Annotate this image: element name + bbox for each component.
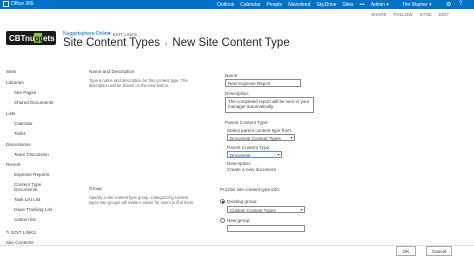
- suite-nav-calendar[interactable]: Calendar: [240, 2, 260, 8]
- nav-calendar[interactable]: Calendar: [14, 121, 33, 126]
- existing-group-value: Custom Content Types: [230, 207, 276, 213]
- existing-group-select[interactable]: Custom Content Types ▾: [227, 206, 305, 213]
- edit-action[interactable]: EDIT: [439, 12, 449, 17]
- nav-discussions[interactable]: Discussions: [6, 142, 31, 147]
- nav-shared-documents[interactable]: Shared Documents: [14, 100, 53, 105]
- nav-sites[interactable]: Sites: [6, 69, 16, 74]
- share-bar: SHARE FOLLOW SYNC EDIT: [0, 10, 474, 18]
- name-label: Name:: [225, 73, 239, 78]
- group-section-title: Group: [89, 186, 102, 191]
- follow-action[interactable]: FOLLOW: [394, 12, 413, 17]
- edit-links-label: EDIT LINKS: [112, 31, 138, 37]
- group-section-description: Specify a site content type group. Categ…: [89, 195, 195, 205]
- page-actions: SHARE FOLLOW SYNC EDIT: [371, 12, 449, 17]
- nav-edit-links-label: EDIT LINKS: [11, 230, 37, 235]
- office-logo-icon: [3, 1, 9, 7]
- cancel-button[interactable]: Cancel: [426, 246, 452, 256]
- suite-nav-people[interactable]: People: [267, 2, 283, 8]
- nav-edit-links[interactable]: ✎ EDIT LINKS: [6, 230, 36, 236]
- new-group-radio[interactable]: [220, 218, 225, 223]
- sync-action[interactable]: SYNC: [420, 12, 433, 17]
- parent-content-type-heading: Parent Content Type:: [225, 120, 269, 125]
- breadcrumb-current: New Site Content Type: [172, 37, 290, 49]
- svg-text:CBT: CBT: [9, 34, 26, 43]
- put-into-label: Put this site content type into:: [220, 187, 281, 192]
- suite-nav-admin[interactable]: Admin ▾: [371, 2, 389, 8]
- name-input[interactable]: New Expense Report: [225, 79, 301, 87]
- nav-libraries[interactable]: Libraries: [6, 80, 24, 85]
- new-group-label: New group:: [227, 218, 251, 223]
- parent-type-label: Parent Content Type:: [227, 145, 271, 150]
- site-logo[interactable]: CBT nu gg ets: [6, 31, 56, 45]
- breadcrumb-separator: ›: [164, 41, 168, 48]
- parent-description-label: Description:: [227, 161, 252, 166]
- chevron-down-icon: ▾: [290, 135, 293, 141]
- suite-nav-skydrive[interactable]: SkyDrive: [316, 2, 336, 8]
- help-icon[interactable]: ?: [459, 1, 462, 7]
- user-menu[interactable]: Tim Warner ▾: [402, 2, 432, 8]
- nav-content-type-documents[interactable]: Documents: [14, 187, 37, 192]
- chevron-down-icon: ▾: [300, 207, 303, 213]
- parent-group-select[interactable]: Document Content Types ▾: [227, 134, 295, 141]
- existing-group-label: Existing group:: [227, 199, 258, 204]
- chevron-down-icon: ▾: [277, 152, 280, 158]
- pencil-icon: ✎: [6, 230, 10, 235]
- nav-custom-list[interactable]: custom list: [14, 217, 36, 222]
- name-section-title: Name and Description: [89, 69, 135, 74]
- description-textarea[interactable]: The completed report will be sent to you…: [225, 97, 314, 113]
- suite-nav-newsfeed[interactable]: Newsfeed: [288, 2, 310, 8]
- suite-nav: Outlook Calendar People Newsfeed SkyDriv…: [217, 2, 389, 8]
- svg-text:nu: nu: [25, 34, 35, 43]
- parent-type-select[interactable]: Document ▾: [227, 151, 282, 158]
- existing-group-radio[interactable]: [220, 199, 225, 204]
- suite-bar: Office 365 Outlook Calendar People Newsf…: [0, 0, 474, 9]
- nav-site-pages[interactable]: Site Pages: [14, 90, 36, 95]
- nav-recent[interactable]: Recent: [6, 162, 21, 167]
- gear-icon[interactable]: ⚙: [446, 1, 451, 8]
- nav-expense-reports[interactable]: Expense Reports: [14, 172, 49, 177]
- ok-button[interactable]: OK: [396, 246, 416, 256]
- nav-task-list-list[interactable]: Task List List: [14, 197, 40, 202]
- brand-label: Office 365: [11, 1, 34, 7]
- parent-type-value: Document: [230, 152, 251, 158]
- nav-tasks[interactable]: Tasks: [14, 131, 26, 136]
- name-section-description: Type a name and description for this con…: [89, 78, 188, 88]
- nav-issue-tracking-list[interactable]: Issue Tracking List: [14, 207, 52, 212]
- description-label: Description:: [225, 91, 250, 96]
- parent-group-label: Select parent content type from:: [227, 128, 293, 133]
- page-title: Site Content Types › New Site Content Ty…: [63, 37, 290, 49]
- suite-nav-sites[interactable]: Sites: [342, 2, 353, 8]
- breadcrumb-site-content-types[interactable]: Site Content Types: [63, 37, 160, 49]
- share-action[interactable]: SHARE: [371, 12, 387, 17]
- suite-nav-more[interactable]: •••: [359, 2, 364, 8]
- suite-nav-outlook[interactable]: Outlook: [217, 2, 234, 8]
- nav-team-discussion[interactable]: Team Discussion: [14, 152, 49, 157]
- new-group-input[interactable]: [227, 225, 305, 232]
- office365-brand[interactable]: Office 365: [3, 1, 34, 7]
- parent-description-value: Create a new document.: [227, 167, 278, 172]
- parent-group-value: Document Content Types: [230, 135, 281, 141]
- nav-lists[interactable]: Lists: [6, 111, 15, 116]
- svg-text:ets: ets: [43, 34, 55, 43]
